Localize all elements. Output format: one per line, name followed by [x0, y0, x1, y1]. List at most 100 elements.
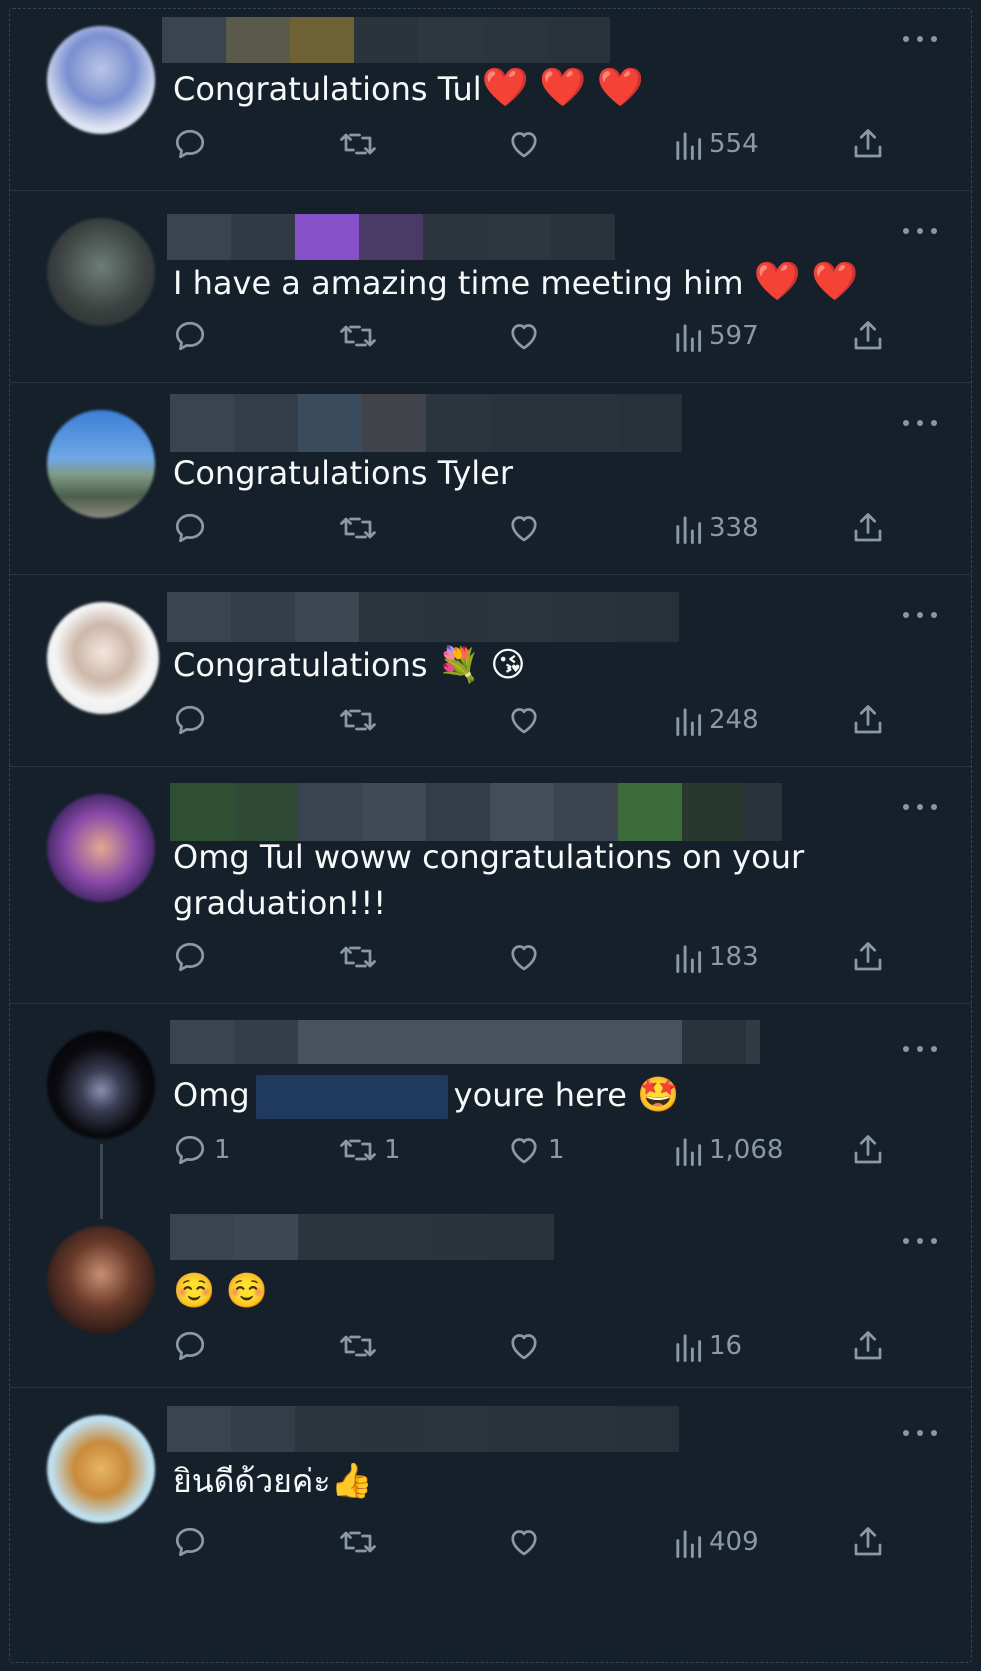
retweet-button[interactable] — [338, 700, 384, 740]
retweet-button[interactable] — [338, 1326, 384, 1366]
redacted-username[interactable] — [170, 1214, 554, 1260]
more-options-icon[interactable] — [903, 605, 937, 625]
reply-icon — [175, 129, 205, 159]
reply-item[interactable]: Omg youre here 🤩 1 1 1 1,068 — [10, 1004, 971, 1219]
share-button[interactable] — [850, 508, 886, 548]
views-button[interactable]: 1,068 — [673, 1130, 783, 1170]
kiss-face-emoji: 😘 — [490, 645, 526, 685]
heart-icon — [511, 1138, 537, 1164]
avatar[interactable] — [47, 1031, 155, 1139]
avatar[interactable] — [47, 410, 155, 518]
more-options-icon[interactable] — [903, 413, 937, 433]
redacted-username[interactable] — [167, 592, 679, 642]
avatar[interactable] — [47, 1415, 155, 1523]
share-button[interactable] — [850, 316, 886, 356]
like-button[interactable] — [506, 700, 548, 740]
share-button[interactable] — [850, 937, 886, 977]
thumbs-up-emoji: 👍 — [330, 1461, 373, 1501]
more-options-icon[interactable] — [903, 1039, 937, 1059]
reply-item[interactable]: I have a amazing time meeting him ❤️ ❤️ … — [10, 191, 971, 383]
heart-icon — [511, 945, 537, 971]
heart-icon — [511, 132, 537, 158]
reply-item[interactable]: ยินดีด้วยค่ะ👍 409 — [10, 1388, 971, 1662]
reply-item[interactable]: Omg Tul woww congratulations on your gra… — [10, 767, 971, 1004]
bouquet-emoji: 💐 — [437, 645, 481, 685]
reply-item[interactable]: ☺️ ☺️ 16 — [10, 1196, 971, 1388]
reply-item[interactable]: Congratulations 💐 😘 248 — [10, 575, 971, 767]
heart-emoji: ❤️ — [596, 65, 644, 109]
reply-button[interactable] — [172, 124, 214, 164]
views-icon — [676, 945, 702, 973]
retweet-icon — [340, 946, 376, 968]
share-button[interactable] — [850, 1130, 886, 1170]
redacted-username[interactable] — [170, 394, 682, 452]
redacted-username[interactable] — [170, 1020, 760, 1064]
like-button[interactable] — [506, 316, 548, 356]
share-icon — [854, 1331, 882, 1360]
avatar[interactable] — [47, 794, 155, 902]
avatar[interactable] — [47, 26, 155, 134]
smiling-face-emoji: ☺️ — [225, 1271, 268, 1311]
view-count: 248 — [709, 705, 759, 735]
retweet-button[interactable] — [338, 316, 384, 356]
share-icon — [854, 942, 882, 971]
views-button[interactable]: 409 — [673, 1522, 759, 1562]
more-options-icon[interactable] — [903, 797, 937, 817]
views-button[interactable]: 338 — [673, 508, 759, 548]
like-button[interactable] — [506, 1522, 548, 1562]
redacted-username[interactable] — [162, 17, 610, 63]
reply-text-content: ยินดีด้วยค่ะ — [173, 1462, 331, 1500]
reply-item[interactable]: Congratulations Tul❤️ ❤️ ❤️ 554 — [10, 9, 971, 191]
redacted-username[interactable] — [170, 783, 782, 841]
more-options-icon[interactable] — [903, 29, 937, 49]
like-button[interactable] — [506, 1326, 548, 1366]
heart-icon — [511, 1530, 537, 1556]
share-button[interactable] — [850, 700, 886, 740]
views-button[interactable]: 248 — [673, 700, 759, 740]
reply-text: ยินดีด้วยค่ะ👍 — [173, 1458, 373, 1504]
retweet-button[interactable]: 1 — [338, 1130, 401, 1170]
more-options-icon[interactable] — [903, 1231, 937, 1251]
action-bar: 183 — [168, 937, 948, 977]
reply-button[interactable] — [172, 316, 214, 356]
redacted-mention[interactable] — [255, 1075, 448, 1119]
avatar[interactable] — [47, 1226, 155, 1334]
share-icon — [854, 705, 882, 734]
retweet-icon — [340, 1531, 376, 1553]
more-options-icon[interactable] — [903, 1423, 937, 1443]
share-button[interactable] — [850, 1326, 886, 1366]
retweet-button[interactable] — [338, 1522, 384, 1562]
reply-item[interactable]: Congratulations Tyler 338 — [10, 383, 971, 575]
views-button[interactable]: 554 — [673, 124, 759, 164]
like-button[interactable]: 1 — [506, 1130, 565, 1170]
heart-icon — [511, 708, 537, 734]
views-button[interactable]: 597 — [673, 316, 759, 356]
reply-button[interactable] — [172, 937, 214, 977]
avatar[interactable] — [47, 218, 155, 326]
reply-text-content: I have a amazing time meeting him — [173, 264, 744, 302]
reply-text-content: Omg — [173, 1076, 250, 1114]
like-button[interactable] — [506, 508, 548, 548]
like-button[interactable] — [506, 124, 548, 164]
reply-button[interactable] — [172, 700, 214, 740]
reply-text: Omg Tul woww congratulations on your gra… — [173, 834, 893, 926]
retweet-button[interactable] — [338, 937, 384, 977]
avatar[interactable] — [47, 602, 159, 714]
like-button[interactable] — [506, 937, 548, 977]
more-options-icon[interactable] — [903, 221, 937, 241]
share-button[interactable] — [850, 1522, 886, 1562]
reply-button[interactable]: 1 — [172, 1130, 231, 1170]
retweet-button[interactable] — [338, 508, 384, 548]
star-struck-emoji: 🤩 — [637, 1075, 680, 1115]
views-button[interactable]: 16 — [673, 1326, 742, 1366]
reply-button[interactable] — [172, 1522, 214, 1562]
reply-button[interactable] — [172, 508, 214, 548]
action-bar: 409 — [168, 1522, 948, 1562]
views-icon — [676, 1138, 702, 1166]
views-button[interactable]: 183 — [673, 937, 759, 977]
redacted-username[interactable] — [167, 1406, 679, 1452]
redacted-username[interactable] — [167, 214, 615, 260]
retweet-button[interactable] — [338, 124, 384, 164]
reply-button[interactable] — [172, 1326, 214, 1366]
share-button[interactable] — [850, 124, 886, 164]
